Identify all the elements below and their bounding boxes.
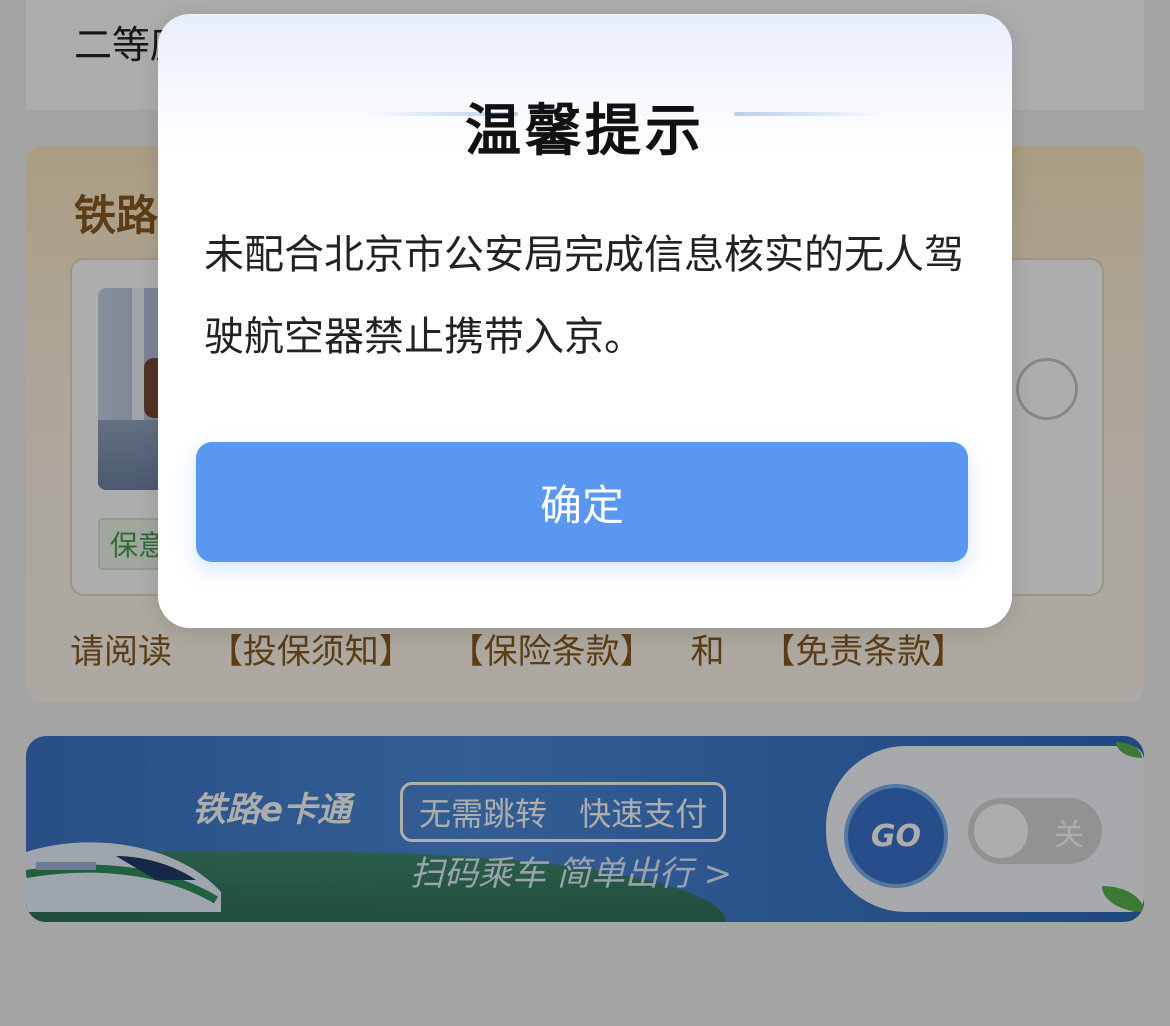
dialog-title: 温馨提示 <box>465 99 705 164</box>
page: 二等座 铁路乘意险 保意外 请阅读 【投保须知】 【保险条款】 和 【免责条款】 <box>0 0 1170 1026</box>
confirm-button[interactable]: 确定 <box>196 442 968 562</box>
dialog-message: 未配合北京市公安局完成信息核实的无人驾驶航空器禁止携带入京。 <box>204 232 964 360</box>
notice-dialog: 温馨提示 未配合北京市公安局完成信息核实的无人驾驶航空器禁止携带入京。 确定 <box>158 14 1012 628</box>
